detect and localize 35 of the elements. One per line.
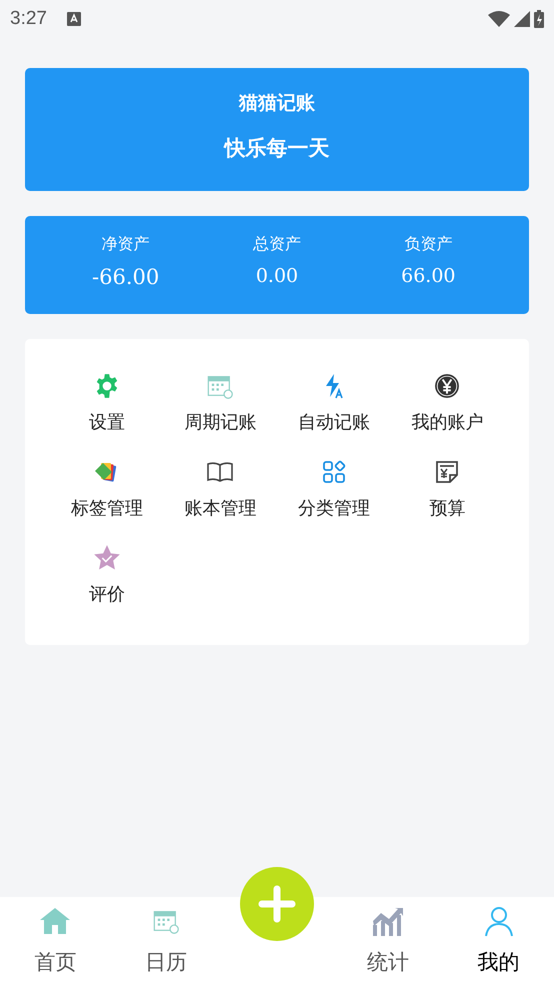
nav-tab[interactable]: 首页 <box>0 897 111 984</box>
person-icon <box>484 905 514 937</box>
nav-tab[interactable]: 统计 <box>332 897 444 984</box>
home-icon <box>38 906 72 936</box>
signal-icon <box>514 11 530 27</box>
receipt-icon <box>435 460 460 484</box>
menu-item[interactable]: 分类管理 <box>298 458 370 528</box>
yen-icon <box>434 373 460 399</box>
menu-item[interactable]: 自动记账 <box>298 372 370 442</box>
menu-item[interactable]: 周期记账 <box>184 372 256 442</box>
battery-icon <box>534 10 544 28</box>
menu-item[interactable]: 标签管理 <box>70 458 143 528</box>
book-icon <box>207 461 234 483</box>
menu-item[interactable]: 预算 <box>429 458 466 528</box>
status-time: 3:27 <box>10 8 47 30</box>
menu-item[interactable]: 评价 <box>88 544 125 614</box>
menu-item[interactable]: 账本管理 <box>184 458 256 528</box>
chart-icon <box>370 905 405 937</box>
wifi-icon <box>488 11 510 27</box>
asset-value: 66.00 <box>401 265 456 287</box>
plus-icon <box>258 885 296 923</box>
asset-label: 负资产 <box>404 234 452 255</box>
grid-icon <box>322 460 346 484</box>
nav-tab[interactable]: 日历 <box>110 897 222 984</box>
asset-label: 总资产 <box>252 234 301 255</box>
star-icon <box>92 544 121 572</box>
app-title: 猫猫记账 <box>239 91 315 116</box>
asset-value: -66.00 <box>92 265 160 289</box>
nav-tab[interactable]: 我的 <box>443 897 554 984</box>
app-subtitle: 快乐每一天 <box>224 135 330 162</box>
menu-item[interactable]: 我的账户 <box>411 372 484 442</box>
keyboard-icon <box>66 12 81 26</box>
asset-value: 0.00 <box>256 265 298 287</box>
menu-item[interactable]: 设置 <box>88 372 125 442</box>
asset-label: 净资产 <box>102 234 150 255</box>
